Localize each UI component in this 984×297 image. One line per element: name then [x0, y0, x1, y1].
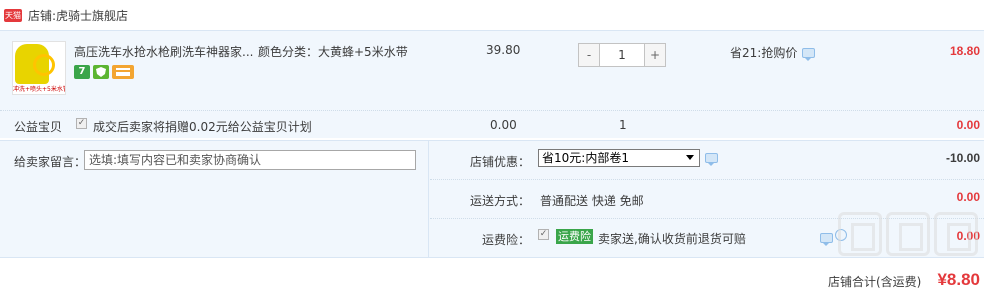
coupon-chat-icon[interactable] — [705, 153, 718, 166]
qty-increase-button[interactable]: + — [645, 44, 665, 66]
charity-price: 0.00 — [490, 118, 517, 132]
charity-description: 成交后卖家将捐赠0.02元给公益宝贝计划 — [93, 120, 312, 134]
row-separator — [430, 179, 984, 180]
qty-input[interactable] — [599, 44, 645, 66]
charity-label: 公益宝贝 — [14, 120, 63, 134]
seller-message-label: 给卖家留言： — [14, 155, 87, 169]
shipping-method: 普通配送 快递 免邮 — [540, 194, 644, 208]
watermark-glyph — [886, 212, 930, 256]
credit-card-icon[interactable] — [112, 65, 134, 79]
item-subtotal: 18.80 — [949, 44, 980, 58]
product-spec: 颜色分类：大黄蜂+5米水带 — [258, 45, 408, 59]
shipping-label: 运送方式： — [470, 194, 531, 208]
charity-checkbox[interactable]: ✓ — [76, 118, 87, 129]
cart-item: 冲洗+喷头+5米水管 高压洗车水抢水枪刷洗车神器家... 颜色分类：大黄蜂+5米… — [0, 30, 984, 110]
thumbnail-caption: 冲洗+喷头+5米水管 — [13, 85, 65, 94]
insurance-checkbox[interactable]: ✓ — [538, 229, 549, 240]
shop-header: 天猫 店铺: 虎骑士旗舰店 — [0, 0, 984, 30]
watermark-glyph — [838, 212, 882, 256]
shop-coupon-select[interactable]: 省10元:内部卷1 — [538, 149, 700, 167]
chevron-down-icon — [686, 155, 694, 160]
insurance-badge: 运费险 — [556, 229, 593, 244]
product-thumbnail[interactable]: 冲洗+喷头+5米水管 — [12, 41, 66, 95]
promo-chat-icon[interactable] — [802, 47, 816, 61]
quantity-stepper: - + — [578, 43, 666, 67]
7-day-return-icon[interactable]: 7 — [74, 65, 90, 79]
shop-coupon-label: 店铺优惠： — [470, 155, 531, 169]
shield-icon[interactable] — [93, 65, 109, 79]
shop-total-label: 店铺合计(含运费) — [828, 275, 922, 289]
seller-message-input[interactable] — [84, 150, 416, 170]
insurance-chat-icon[interactable] — [820, 233, 833, 246]
insurance-label: 运费险： — [482, 233, 531, 247]
tmall-badge: 天猫 — [4, 8, 22, 22]
shop-name-link[interactable]: 虎骑士旗舰店 — [56, 7, 128, 24]
promo-info: 省21:抢购价 — [730, 44, 816, 61]
hose-reel-shape — [33, 54, 55, 76]
coupon-amount: -10.00 — [945, 151, 980, 165]
shipping-amount: 0.00 — [956, 190, 980, 204]
watermark-glyph — [934, 212, 978, 256]
watermark-logo — [838, 212, 984, 256]
charity-row: 公益宝贝 ✓ 成交后卖家将捐赠0.02元给公益宝贝计划 0.00 1 0.00 — [0, 110, 984, 138]
unit-price: 39.80 — [486, 43, 521, 57]
shop-label: 店铺: — [28, 8, 57, 23]
charity-qty: 1 — [619, 118, 627, 132]
insurance-description: 卖家送,确认收货前退货可赔 — [598, 232, 746, 246]
shop-total-bar: 店铺合计(含运费) ¥8.80 — [0, 257, 984, 297]
coupon-selected-value: 省10元:内部卷1 — [542, 151, 629, 165]
service-icons: 7 — [74, 65, 134, 79]
product-title-link[interactable]: 高压洗车水抢水枪刷洗车神器家... — [74, 43, 253, 60]
charity-total: 0.00 — [956, 118, 980, 132]
qty-decrease-button[interactable]: - — [579, 44, 599, 66]
section-divider — [428, 141, 429, 257]
promo-text: 省21:抢购价 — [730, 46, 798, 60]
shop-total-value: ¥8.80 — [937, 270, 980, 289]
